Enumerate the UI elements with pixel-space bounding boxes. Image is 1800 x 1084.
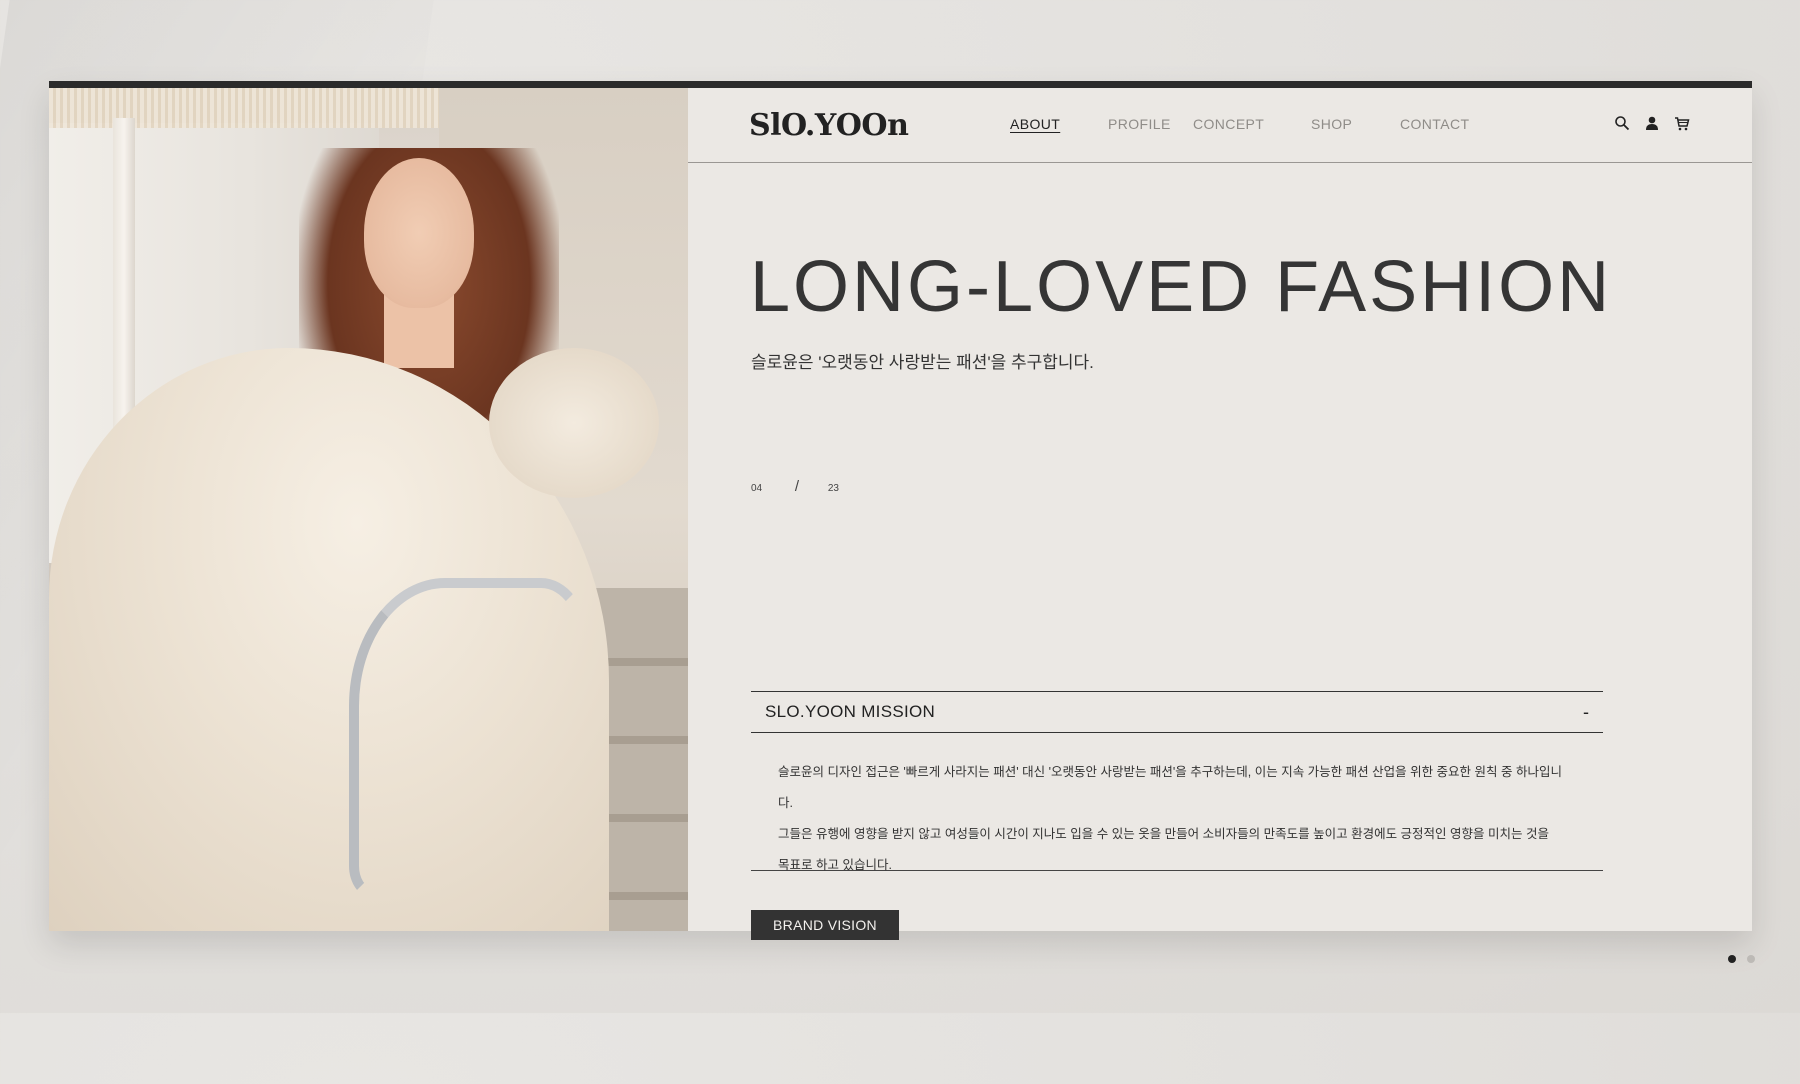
cart-icon[interactable]: [1673, 114, 1691, 132]
slide-counter: 04 / 23: [751, 478, 839, 495]
brand-vision-button[interactable]: BRAND VISION: [751, 910, 899, 940]
page-subtitle: 슬로윤은 '오랫동안 사랑받는 패션'을 추구합니다.: [751, 353, 1094, 372]
page-title: LONG-LOVED FASHION: [750, 247, 1613, 327]
nav-item-shop[interactable]: SHOP: [1311, 116, 1352, 132]
mission-accordion: SLO.YOON MISSION - 슬로윤의 디자인 접근은 '빠르게 사라지…: [751, 691, 1603, 872]
nav-item-about[interactable]: ABOUT: [1010, 116, 1060, 132]
nav-icons: [1613, 114, 1691, 132]
pagination-dot-2[interactable]: [1747, 955, 1755, 963]
mission-text-line: 그들은 유행에 영향을 받지 않고 여성들이 시간이 지나도 입을 수 있는 옷…: [778, 827, 1549, 841]
top-navigation: SlO.YOOn ABOUT PROFILE CONCEPT SHOP CONT…: [688, 88, 1752, 163]
slide-counter-total: 23: [827, 483, 839, 494]
mission-accordion-header[interactable]: SLO.YOON MISSION -: [751, 691, 1603, 733]
mission-body: 슬로윤의 디자인 접근은 '빠르게 사라지는 패션' 대신 '오랫동안 사랑받는…: [751, 733, 1603, 872]
nav-item-concept[interactable]: CONCEPT: [1193, 116, 1264, 132]
pagination-dots: [1728, 955, 1755, 963]
mission-text-line: 목표로 하고 있습니다.: [778, 858, 892, 872]
search-icon[interactable]: [1613, 114, 1631, 132]
nav-item-contact[interactable]: CONTACT: [1400, 116, 1469, 132]
nav-item-profile[interactable]: PROFILE: [1108, 116, 1171, 132]
pagination-dot-1[interactable]: [1728, 955, 1736, 963]
mission-title: SLO.YOON MISSION: [765, 702, 936, 721]
mission-text-line: 슬로윤의 디자인 접근은 '빠르게 사라지는 패션' 대신 '오랫동안 사랑받는…: [778, 765, 1562, 810]
user-icon[interactable]: [1643, 114, 1661, 132]
hero-model-photo: [49, 88, 688, 931]
page-frame: SlO.YOOn ABOUT PROFILE CONCEPT SHOP CONT…: [49, 81, 1755, 963]
slide-counter-current: 04: [751, 483, 763, 494]
brand-logo[interactable]: SlO.YOOn: [749, 108, 909, 143]
slide-counter-separator: /: [794, 478, 800, 495]
collapse-icon[interactable]: -: [1583, 702, 1589, 723]
main-content: LONG-LOVED FASHION 슬로윤은 '오랫동안 사랑받는 패션'을 …: [688, 162, 1755, 963]
photo-model-face: [364, 158, 474, 308]
photo-model-sleeve: [489, 348, 659, 498]
